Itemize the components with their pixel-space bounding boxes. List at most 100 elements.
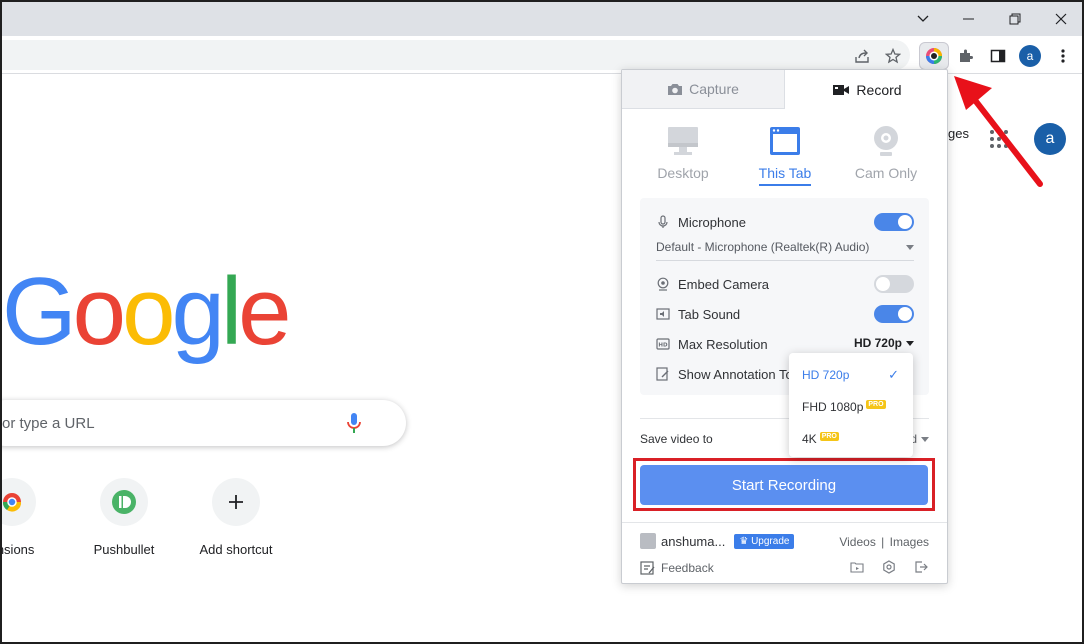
webcam-icon bbox=[874, 126, 898, 156]
option-label: FHD 1080p bbox=[802, 400, 864, 414]
popup-footer: anshuma... ♛ Upgrade Videos | Images Fee… bbox=[622, 522, 947, 585]
close-icon bbox=[1055, 13, 1067, 25]
restore-icon bbox=[1009, 13, 1021, 25]
svg-text:HD: HD bbox=[658, 343, 668, 349]
feedback-link[interactable]: Feedback bbox=[640, 561, 714, 575]
resolution-option-1080p[interactable]: FHD 1080p PRO bbox=[789, 391, 913, 423]
user-info: anshuma... ♛ Upgrade bbox=[640, 533, 795, 549]
max-resolution-label: Max Resolution bbox=[678, 336, 768, 352]
search-box[interactable]: or type a URL bbox=[2, 400, 406, 446]
close-button[interactable] bbox=[1038, 2, 1082, 36]
pushbullet-icon bbox=[112, 490, 136, 514]
option-label: 4K bbox=[802, 432, 817, 446]
recorder-extension-button[interactable] bbox=[919, 42, 949, 70]
mode-this-tab[interactable]: This Tab bbox=[735, 124, 835, 186]
annotation-icon bbox=[656, 367, 670, 381]
logo-letter: o bbox=[122, 258, 175, 365]
minimize-button[interactable] bbox=[946, 2, 992, 36]
dropdown-caret-icon bbox=[906, 245, 914, 250]
google-logo: Google bbox=[2, 258, 292, 365]
share-icon[interactable] bbox=[851, 45, 873, 67]
camera-icon bbox=[668, 84, 683, 95]
tab-sound-label: Tab Sound bbox=[678, 306, 741, 322]
open-folder-icon[interactable] bbox=[849, 559, 865, 575]
tab-capture[interactable]: Capture bbox=[622, 70, 785, 109]
tab-sound-toggle[interactable] bbox=[874, 305, 914, 323]
profile-avatar[interactable]: a bbox=[1019, 45, 1041, 67]
more-menu-icon[interactable] bbox=[1052, 45, 1074, 67]
show-annotation-label: Show Annotation Too bbox=[678, 366, 800, 382]
videos-link[interactable]: Videos bbox=[839, 535, 875, 549]
shortcut-label: Add shortcut bbox=[199, 542, 273, 557]
side-panel-icon[interactable] bbox=[987, 45, 1009, 67]
upgrade-label: Upgrade bbox=[751, 535, 790, 547]
max-resolution-select[interactable]: HD 720p bbox=[854, 336, 914, 350]
red-arrow-annotation bbox=[954, 76, 1043, 187]
shortcut-icon bbox=[212, 478, 260, 526]
embed-camera-toggle[interactable] bbox=[874, 275, 914, 293]
microphone-toggle[interactable] bbox=[874, 213, 914, 231]
address-bar[interactable] bbox=[2, 40, 910, 70]
search-placeholder: or type a URL bbox=[2, 415, 95, 432]
voice-search-icon[interactable] bbox=[346, 412, 362, 434]
screen: a Google or type a URL ensions Pushbulle… bbox=[0, 0, 1084, 644]
tab-capture-label: Capture bbox=[689, 81, 739, 97]
shortcut-icon bbox=[100, 478, 148, 526]
library-links: Videos | Images bbox=[839, 535, 929, 549]
tab-sound-row: Tab Sound bbox=[656, 304, 914, 324]
tab-record[interactable]: Record bbox=[785, 70, 949, 109]
upgrade-button[interactable]: ♛ Upgrade bbox=[734, 533, 795, 549]
footer-actions bbox=[849, 559, 929, 575]
shortcut-pushbullet[interactable]: Pushbullet bbox=[69, 478, 179, 557]
record-mode-selector: Desktop This Tab Cam Only bbox=[622, 124, 947, 194]
tab-record-label: Record bbox=[856, 81, 902, 98]
mode-this-tab-label: This Tab bbox=[758, 165, 812, 186]
resolution-option-720p[interactable]: HD 720p ✓ bbox=[789, 359, 913, 391]
option-label: HD 720p bbox=[802, 368, 850, 382]
tab-sound-icon bbox=[656, 307, 670, 321]
recorder-extension-icon bbox=[926, 48, 942, 64]
mode-cam-only-label: Cam Only bbox=[854, 165, 918, 181]
logo-letter: g bbox=[171, 258, 224, 365]
resolution-dropdown-menu: HD 720p ✓ FHD 1080p PRO 4K PRO bbox=[789, 353, 913, 457]
start-recording-button[interactable]: Start Recording bbox=[640, 465, 928, 505]
mode-cam-only[interactable]: Cam Only bbox=[836, 124, 936, 184]
browser-tab-icon bbox=[770, 127, 800, 155]
popup-tabs: Capture Record bbox=[622, 70, 947, 109]
dropdown-caret-icon bbox=[921, 436, 929, 442]
microphone-device-value: Default - Microphone (Realtek(R) Audio) bbox=[656, 240, 870, 254]
extensions-puzzle-icon[interactable] bbox=[955, 45, 977, 67]
save-video-label: Save video to bbox=[640, 432, 713, 446]
microphone-row: Microphone bbox=[656, 212, 914, 232]
save-video-select[interactable]: d bbox=[910, 432, 929, 446]
embed-camera-label: Embed Camera bbox=[678, 276, 770, 292]
user-avatar-icon bbox=[640, 533, 656, 549]
sign-out-icon[interactable] bbox=[913, 559, 929, 575]
microphone-icon bbox=[656, 215, 670, 229]
plus-icon bbox=[229, 495, 243, 509]
restore-button[interactable] bbox=[992, 2, 1038, 36]
settings-icon[interactable] bbox=[881, 559, 897, 575]
mode-desktop-label: Desktop bbox=[657, 165, 709, 181]
resolution-option-4k[interactable]: 4K PRO bbox=[789, 423, 913, 455]
logo-letter: G bbox=[2, 258, 77, 365]
dropdown-caret-icon bbox=[906, 340, 914, 346]
add-shortcut-button[interactable]: Add shortcut bbox=[181, 478, 291, 557]
tab-search-button[interactable] bbox=[900, 2, 946, 36]
video-camera-icon bbox=[833, 84, 850, 95]
checkmark-icon: ✓ bbox=[888, 367, 899, 382]
logo-letter: e bbox=[238, 258, 291, 365]
microphone-label: Microphone bbox=[678, 214, 746, 230]
pro-badge: PRO bbox=[819, 431, 839, 441]
bookmark-star-icon[interactable] bbox=[882, 45, 904, 67]
link-separator: | bbox=[881, 535, 885, 549]
feedback-icon bbox=[640, 561, 655, 575]
recorder-popup: Capture Record Desktop This Tab Cam Only bbox=[621, 69, 948, 584]
chevron-down-icon bbox=[917, 15, 929, 22]
microphone-device-select[interactable]: Default - Microphone (Realtek(R) Audio) bbox=[656, 240, 914, 261]
images-library-link[interactable]: Images bbox=[890, 535, 929, 549]
shortcut-extensions[interactable]: ensions bbox=[2, 478, 67, 557]
mode-desktop[interactable]: Desktop bbox=[633, 124, 733, 184]
pro-badge: PRO bbox=[866, 399, 886, 409]
shortcut-label: Pushbullet bbox=[93, 542, 155, 557]
